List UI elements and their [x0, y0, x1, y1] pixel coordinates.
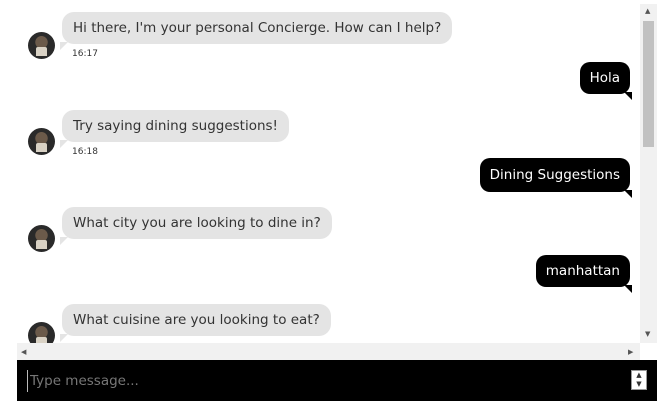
bot-message-bubble: Try saying dining suggestions!: [60, 110, 289, 148]
chat-message-list[interactable]: Hi there, I'm your personal Concierge. H…: [17, 4, 657, 344]
message-timestamp: 16:17: [72, 49, 98, 59]
user-message-bubble: manhattan: [535, 255, 633, 293]
bot-avatar: [28, 322, 55, 344]
scroll-left-icon[interactable]: ◀: [21, 348, 26, 356]
user-message-bubble: Dining Suggestions: [479, 158, 633, 198]
chevron-down-icon[interactable]: ▼: [632, 380, 646, 389]
vertical-scrollbar[interactable]: ▲ ▼: [640, 4, 657, 343]
bot-message-bubble: Hi there, I'm your personal Concierge. H…: [59, 12, 453, 50]
scroll-up-icon[interactable]: ▲: [645, 7, 650, 15]
horizontal-scrollbar[interactable]: ◀ ▶: [17, 343, 640, 360]
message-input-bar: ▲ ▼: [17, 360, 657, 401]
scroll-right-icon[interactable]: ▶: [628, 348, 633, 356]
bot-message-bubble: What cuisine are you looking to eat?: [60, 304, 331, 342]
chevron-up-icon[interactable]: ▲: [632, 371, 646, 380]
input-spinner[interactable]: ▲ ▼: [631, 370, 647, 390]
bot-avatar: [28, 128, 55, 155]
bot-message-bubble: What city you are looking to dine in?: [60, 207, 332, 245]
bot-avatar: [28, 32, 55, 59]
message-timestamp: 16:18: [72, 147, 98, 157]
scrollbar-thumb[interactable]: [643, 21, 654, 147]
user-message-bubble: Hola: [579, 62, 633, 100]
scroll-down-icon[interactable]: ▼: [645, 330, 650, 338]
message-input[interactable]: [27, 370, 612, 392]
bot-avatar: [28, 225, 55, 252]
